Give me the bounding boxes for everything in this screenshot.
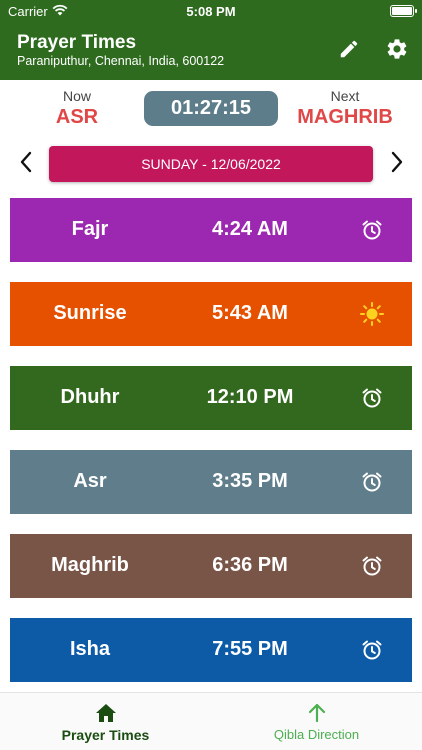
prayer-card-asr[interactable]: Asr 3:35 PM xyxy=(10,450,412,514)
next-prayer: Next MAGHRIB xyxy=(292,88,398,129)
prayer-card-sunrise[interactable]: Sunrise 5:43 AM xyxy=(10,282,412,346)
prayer-card-maghrib[interactable]: Maghrib 6:36 PM xyxy=(10,534,412,598)
prayer-time: 6:36 PM xyxy=(212,554,288,576)
prayer-name: Maghrib xyxy=(51,554,129,576)
alarm-icon[interactable] xyxy=(359,637,385,663)
prayer-time: 3:35 PM xyxy=(212,470,288,492)
arrow-up-icon xyxy=(211,703,422,723)
status-time: 5:08 PM xyxy=(186,4,236,19)
battery-icon xyxy=(390,5,417,17)
chevron-right-icon xyxy=(390,151,404,178)
prayer-time: 12:10 PM xyxy=(206,386,294,408)
prayer-name: Isha xyxy=(69,638,111,660)
nav-prayer-times[interactable]: Prayer Times xyxy=(0,693,211,750)
prayer-time: 5:43 AM xyxy=(212,302,288,324)
prayer-name: Dhuhr xyxy=(60,386,120,408)
settings-button[interactable] xyxy=(384,38,410,64)
alarm-icon[interactable] xyxy=(359,217,385,243)
gear-icon xyxy=(385,37,409,66)
sun-icon xyxy=(359,301,385,327)
prayer-card-fajr[interactable]: Fajr 4:24 AM xyxy=(10,198,412,262)
prayer-card-isha[interactable]: Isha 7:55 PM xyxy=(10,618,412,682)
alarm-icon[interactable] xyxy=(359,385,385,411)
next-prayer-name: MAGHRIB xyxy=(297,106,393,128)
prayer-name: Sunrise xyxy=(53,302,127,324)
prayer-name: Asr xyxy=(73,470,107,492)
alarm-icon[interactable] xyxy=(359,553,385,579)
home-icon xyxy=(0,703,211,723)
prayer-card-dhuhr[interactable]: Dhuhr 12:10 PM xyxy=(10,366,412,430)
location-subtitle: Paraniputhur, Chennai, India, 600122 xyxy=(17,54,225,68)
next-caption: Next xyxy=(330,88,360,104)
page-title: Prayer Times xyxy=(17,32,137,53)
bottom-navigation: Prayer Times Qibla Direction xyxy=(0,692,422,750)
prayer-time: 4:24 AM xyxy=(212,218,288,240)
now-prayer-name: ASR xyxy=(55,106,99,128)
date-navigator: SUNDAY - 12/06/2022 xyxy=(0,142,422,186)
nav-label: Prayer Times xyxy=(61,727,150,743)
date-picker-button[interactable]: SUNDAY - 12/06/2022 xyxy=(49,146,373,182)
prayer-time: 7:55 PM xyxy=(212,638,288,660)
previous-day-button[interactable] xyxy=(14,150,38,178)
alarm-icon[interactable] xyxy=(359,469,385,495)
pencil-icon xyxy=(338,38,360,65)
prayer-name: Fajr xyxy=(71,218,109,240)
nav-qibla-direction[interactable]: Qibla Direction xyxy=(211,693,422,750)
app-bar: Prayer Times Paraniputhur, Chennai, Indi… xyxy=(0,24,422,80)
edit-location-button[interactable] xyxy=(336,38,362,64)
countdown-timer: 01:27:15 xyxy=(144,91,278,126)
nav-label: Qibla Direction xyxy=(273,727,360,742)
date-label: SUNDAY - 12/06/2022 xyxy=(141,156,281,172)
now-caption: Now xyxy=(62,88,91,104)
status-bar: Carrier 5:08 PM xyxy=(0,0,422,24)
next-day-button[interactable] xyxy=(385,150,409,178)
current-prayer: Now ASR xyxy=(36,88,118,129)
now-next-panel: Now ASR 01:27:15 Next MAGHRIB xyxy=(0,80,422,138)
chevron-left-icon xyxy=(19,151,33,178)
